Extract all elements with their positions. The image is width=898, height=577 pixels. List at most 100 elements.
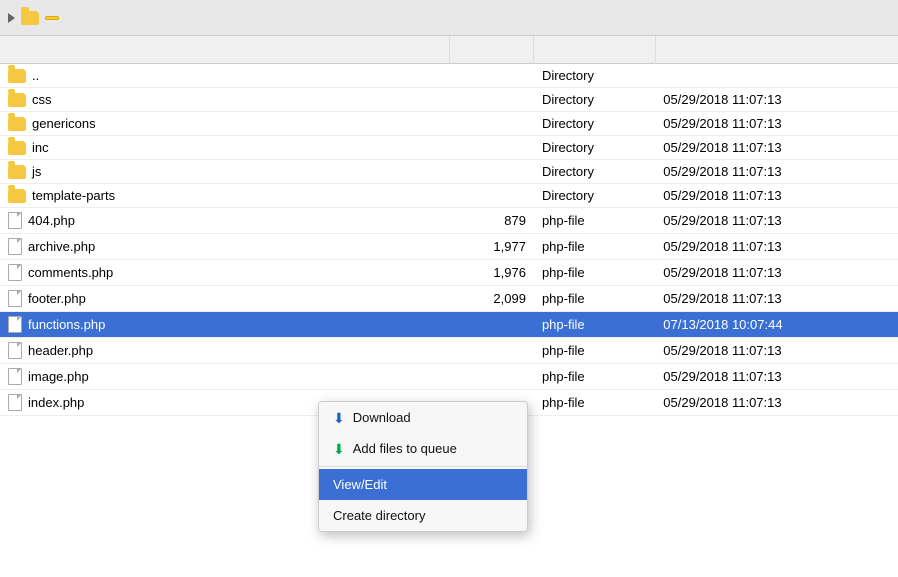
file-modified: 05/29/2018 11:07:13 — [655, 88, 898, 112]
context-menu-item-add-queue[interactable]: ⬇ Add files to queue — [319, 433, 527, 464]
file-size — [449, 136, 534, 160]
file-size — [449, 364, 534, 390]
file-type: php-file — [534, 234, 655, 260]
file-name: inc — [32, 140, 49, 155]
file-type: Directory — [534, 88, 655, 112]
file-name-cell: footer.php — [0, 286, 449, 312]
file-type: php-file — [534, 260, 655, 286]
file-type: php-file — [534, 208, 655, 234]
expand-arrow-icon[interactable] — [8, 13, 15, 23]
table-row[interactable]: template-parts Directory05/29/2018 11:07:… — [0, 184, 898, 208]
file-size — [449, 338, 534, 364]
file-name: 404.php — [28, 213, 75, 228]
file-icon — [8, 316, 22, 333]
top-bar — [0, 0, 898, 36]
file-modified — [655, 64, 898, 88]
file-modified: 05/29/2018 11:07:13 — [655, 364, 898, 390]
file-name: genericons — [32, 116, 96, 131]
file-size — [449, 112, 534, 136]
context-menu-divider — [319, 466, 527, 467]
table-row[interactable]: header.php php-file05/29/2018 11:07:13 — [0, 338, 898, 364]
file-size: 2,099 — [449, 286, 534, 312]
file-name-cell: functions.php — [0, 312, 449, 338]
file-size — [449, 88, 534, 112]
file-type: php-file — [534, 312, 655, 338]
file-name: image.php — [28, 369, 89, 384]
add-queue-icon: ⬇ — [333, 442, 345, 456]
file-type: php-file — [534, 390, 655, 416]
file-name: index.php — [28, 395, 84, 410]
file-type: php-file — [534, 364, 655, 390]
file-name: comments.php — [28, 265, 113, 280]
table-row[interactable]: genericons Directory05/29/2018 11:07:13 — [0, 112, 898, 136]
file-type: Directory — [534, 184, 655, 208]
file-name-cell: .. — [0, 64, 449, 88]
file-size — [449, 160, 534, 184]
file-size: 1,976 — [449, 260, 534, 286]
file-name: css — [32, 92, 52, 107]
table-row[interactable]: comments.php 1,976php-file05/29/2018 11:0… — [0, 260, 898, 286]
folder-icon — [21, 11, 39, 25]
col-lastmod[interactable] — [655, 36, 898, 64]
context-menu-item-label: Create directory — [333, 508, 425, 523]
file-modified: 05/29/2018 11:07:13 — [655, 112, 898, 136]
file-size: 879 — [449, 208, 534, 234]
file-modified: 05/29/2018 11:07:13 — [655, 260, 898, 286]
file-tbody: ..DirectorycssDirectory05/29/2018 11:07:… — [0, 64, 898, 416]
file-modified: 05/29/2018 11:07:13 — [655, 184, 898, 208]
table-row[interactable]: incDirectory05/29/2018 11:07:13 — [0, 136, 898, 160]
file-size: 1,977 — [449, 234, 534, 260]
table-row[interactable]: archive.php 1,977php-file05/29/2018 11:07… — [0, 234, 898, 260]
file-name: template-parts — [32, 188, 115, 203]
file-icon — [8, 368, 22, 385]
folder-icon — [8, 117, 26, 131]
table-header-row — [0, 36, 898, 64]
file-name-cell: js — [0, 160, 449, 184]
folder-icon — [8, 141, 26, 155]
file-name-cell: inc — [0, 136, 449, 160]
file-icon — [8, 212, 22, 229]
col-filetype[interactable] — [534, 36, 655, 64]
file-name-cell: comments.php — [0, 260, 449, 286]
table-row[interactable]: jsDirectory05/29/2018 11:07:13 — [0, 160, 898, 184]
folder-icon — [8, 93, 26, 107]
file-icon — [8, 238, 22, 255]
context-menu-item-view-edit[interactable]: View/Edit — [319, 469, 527, 500]
file-table: ..DirectorycssDirectory05/29/2018 11:07:… — [0, 36, 898, 416]
col-filesize[interactable] — [449, 36, 534, 64]
file-name-cell: genericons — [0, 112, 449, 136]
file-modified: 05/29/2018 11:07:13 — [655, 208, 898, 234]
file-list-container: ..DirectorycssDirectory05/29/2018 11:07:… — [0, 36, 898, 577]
file-name: footer.php — [28, 291, 86, 306]
file-modified: 05/29/2018 11:07:13 — [655, 338, 898, 364]
file-name: .. — [32, 68, 39, 83]
folder-label[interactable] — [45, 16, 59, 20]
table-row[interactable]: css Directory05/29/2018 11:07:13 — [0, 88, 898, 112]
file-name: archive.php — [28, 239, 95, 254]
file-name: js — [32, 164, 41, 179]
file-type: Directory — [534, 136, 655, 160]
folder-icon — [8, 165, 26, 179]
table-row[interactable]: image.php php-file05/29/2018 11:07:13 — [0, 364, 898, 390]
file-modified: 05/29/2018 11:07:13 — [655, 286, 898, 312]
file-name-cell: css — [0, 88, 449, 112]
file-modified: 05/29/2018 11:07:13 — [655, 234, 898, 260]
table-row[interactable]: 404.php 879php-file05/29/2018 11:07:13 — [0, 208, 898, 234]
file-name-cell: 404.php — [0, 208, 449, 234]
col-filename[interactable] — [0, 36, 449, 64]
file-name: functions.php — [28, 317, 105, 332]
table-row[interactable]: ..Directory — [0, 64, 898, 88]
download-icon: ⬇ — [333, 411, 345, 425]
file-type: php-file — [534, 286, 655, 312]
table-row[interactable]: functions.phpphp-file07/13/2018 10:07:44 — [0, 312, 898, 338]
context-menu-item-create-dir[interactable]: Create directory — [319, 500, 527, 531]
file-name: header.php — [28, 343, 93, 358]
context-menu-item-label: View/Edit — [333, 477, 387, 492]
file-size — [449, 312, 534, 338]
context-menu-item-label: Add files to queue — [353, 441, 457, 456]
file-type: php-file — [534, 338, 655, 364]
context-menu-item-download[interactable]: ⬇Download — [319, 402, 527, 433]
file-modified: 05/29/2018 11:07:13 — [655, 390, 898, 416]
file-type: Directory — [534, 112, 655, 136]
table-row[interactable]: footer.php 2,099php-file05/29/2018 11:07:… — [0, 286, 898, 312]
